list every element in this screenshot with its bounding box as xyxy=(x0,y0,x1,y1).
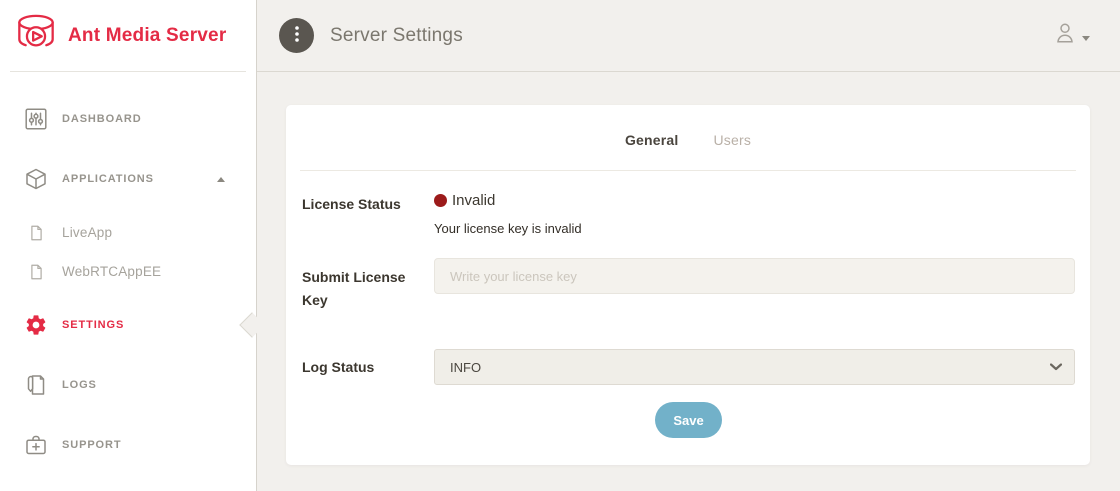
gear-icon xyxy=(24,313,48,337)
license-status-label: License Status xyxy=(302,181,434,236)
sidebar-item-label: SUPPORT xyxy=(62,439,121,451)
ant-media-server-app: Ant Media Server DASHBOARD xyxy=(0,0,1120,491)
log-status-label: Log Status xyxy=(302,356,434,379)
sidebar-item-logs[interactable]: LOGS xyxy=(0,361,256,409)
license-status-row: License Status Invalid Your license key … xyxy=(302,181,1075,236)
sidebar-item-label: LOGS xyxy=(62,379,97,391)
license-key-field xyxy=(434,258,1075,311)
brand-name: Ant Media Server xyxy=(68,25,226,47)
license-key-label: Submit License Key xyxy=(302,258,434,311)
content-area: General Users License Status Invalid You… xyxy=(257,72,1120,465)
sidebar-item-label: LiveApp xyxy=(62,225,112,240)
general-settings-form: License Status Invalid Your license key … xyxy=(286,181,1090,438)
tab-users[interactable]: Users xyxy=(713,132,751,148)
license-key-input[interactable] xyxy=(434,258,1075,294)
ant-media-logo-icon xyxy=(14,13,58,58)
settings-card: General Users License Status Invalid You… xyxy=(286,105,1090,465)
sidebar-item-webrtcappee[interactable]: WebRTCAppEE xyxy=(0,252,256,291)
sidebar-item-applications[interactable]: APPLICATIONS xyxy=(0,155,256,203)
sidebar-nav: DASHBOARD APPLICATIONS xyxy=(0,72,256,469)
log-status-select[interactable]: INFO xyxy=(434,349,1075,385)
chevron-up-icon xyxy=(217,177,225,182)
license-status-field: Invalid Your license key is invalid xyxy=(434,181,1075,236)
main-area: Server Settings General Users xyxy=(257,0,1120,491)
document-icon xyxy=(28,223,45,243)
license-status-value: Invalid xyxy=(452,192,495,209)
dashboard-sliders-icon xyxy=(24,107,48,131)
sidebar-item-label: DASHBOARD xyxy=(62,113,142,125)
status-dot-icon xyxy=(434,194,447,207)
first-aid-kit-icon xyxy=(24,433,48,457)
topbar: Server Settings xyxy=(257,0,1120,72)
user-menu[interactable] xyxy=(1053,21,1090,50)
chevron-down-icon xyxy=(1082,36,1090,41)
sidebar-item-settings[interactable]: SETTINGS xyxy=(0,301,256,349)
license-status-line: Invalid xyxy=(434,181,1075,209)
license-status-help: Your license key is invalid xyxy=(434,221,1075,236)
sidebar: Ant Media Server DASHBOARD xyxy=(0,0,257,491)
sidebar-item-support[interactable]: SUPPORT xyxy=(0,421,256,469)
user-icon xyxy=(1053,21,1077,50)
tab-bar: General Users xyxy=(300,105,1076,171)
package-box-icon xyxy=(24,167,48,191)
document-icon xyxy=(28,262,45,282)
log-status-field: INFO xyxy=(434,349,1075,385)
log-file-icon xyxy=(24,373,48,397)
page-title: Server Settings xyxy=(330,25,463,47)
sidebar-item-label: SETTINGS xyxy=(62,319,124,331)
sidebar-item-label: WebRTCAppEE xyxy=(62,264,161,279)
sidebar-item-dashboard[interactable]: DASHBOARD xyxy=(0,95,256,143)
save-button[interactable]: Save xyxy=(655,402,722,438)
sidebar-item-liveapp[interactable]: LiveApp xyxy=(0,213,256,252)
brand[interactable]: Ant Media Server xyxy=(0,0,256,71)
kebab-menu-icon xyxy=(295,26,299,45)
log-status-row: Log Status INFO xyxy=(302,349,1075,385)
menu-button[interactable] xyxy=(279,18,314,53)
license-key-row: Submit License Key xyxy=(302,258,1075,311)
save-row: Save xyxy=(302,402,1075,438)
tab-general[interactable]: General xyxy=(625,132,679,148)
sidebar-item-label: APPLICATIONS xyxy=(62,173,154,185)
